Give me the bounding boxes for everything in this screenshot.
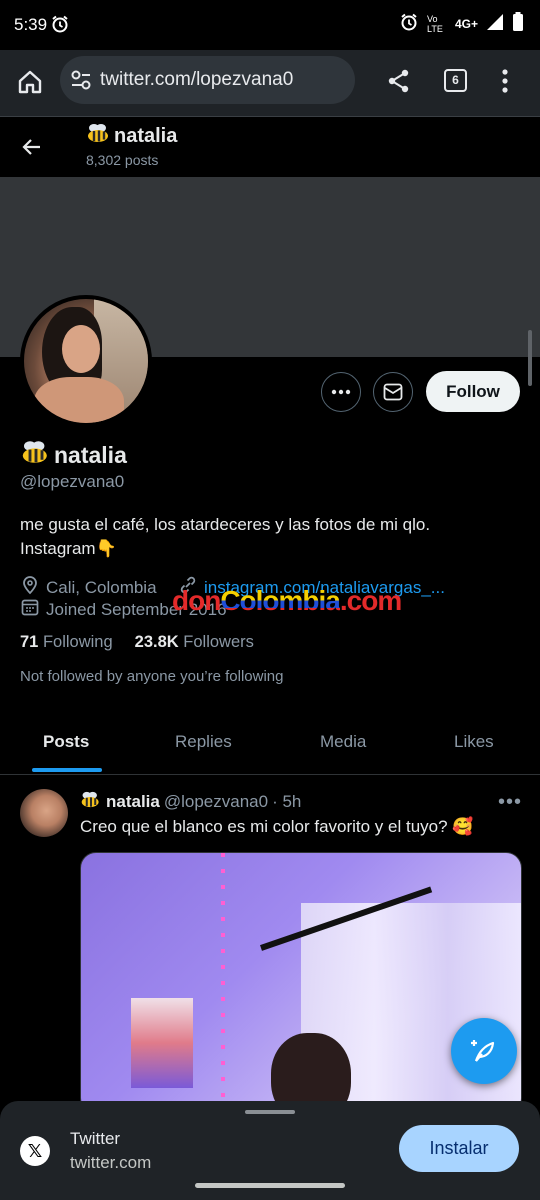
scrollbar[interactable] xyxy=(528,330,532,386)
watermark: donColombia.com xyxy=(172,585,402,616)
signal-icon xyxy=(486,13,504,34)
more-options-button[interactable] xyxy=(321,372,361,412)
back-arrow-icon[interactable] xyxy=(20,135,44,164)
message-button[interactable] xyxy=(373,372,413,412)
post-image[interactable] xyxy=(80,852,522,1114)
status-time: 5:39 xyxy=(14,15,48,34)
share-icon[interactable] xyxy=(385,67,413,100)
tab-media[interactable]: Media xyxy=(320,732,366,752)
browser-toolbar: twitter.com/lopezvana0 6 xyxy=(0,50,540,117)
more-menu-icon[interactable] xyxy=(500,68,510,99)
post-time: · 5h xyxy=(272,792,302,811)
active-tab-indicator xyxy=(32,768,102,772)
bee-icon xyxy=(80,791,102,813)
url-text: twitter.com/lopezvana0 xyxy=(100,69,294,90)
home-icon[interactable] xyxy=(16,68,44,101)
alarm-icon xyxy=(399,12,419,35)
tab-posts[interactable]: Posts xyxy=(43,732,89,752)
envelope-icon xyxy=(383,383,403,401)
gesture-nav-bar[interactable] xyxy=(195,1183,345,1188)
tab-likes[interactable]: Likes xyxy=(454,732,494,752)
profile-name: natalia xyxy=(20,440,127,470)
tab-switcher-button[interactable]: 6 xyxy=(444,69,467,92)
ellipsis-icon xyxy=(331,389,351,395)
followers-stat[interactable]: 23.8K Followers xyxy=(135,633,254,652)
battery-icon xyxy=(512,12,524,35)
network-label: 4G+ xyxy=(454,16,478,31)
alarm-icon xyxy=(50,14,70,39)
tab-replies[interactable]: Replies xyxy=(175,732,232,752)
bee-icon xyxy=(20,440,52,470)
location-text: Cali, Colombia xyxy=(46,577,157,597)
posts-count: 8,302 posts xyxy=(86,152,159,168)
follow-stats: 71 Following 23.8K Followers xyxy=(20,633,254,652)
install-button[interactable]: Instalar xyxy=(399,1125,519,1172)
profile-handle: @lopezvana0 xyxy=(20,472,125,491)
header-name: natalia xyxy=(86,123,177,149)
not-followed-note: Not followed by anyone you’re following xyxy=(20,668,284,685)
status-bar: 5:39 Vo LTE 4G+ xyxy=(0,0,540,50)
sheet-drag-handle[interactable] xyxy=(245,1110,295,1114)
address-bar[interactable]: twitter.com/lopezvana0 xyxy=(60,56,355,104)
compose-button[interactable] xyxy=(451,1018,517,1084)
profile-bio: me gusta el café, los atardeceres y las … xyxy=(20,515,431,558)
x-logo-icon: 𝕏 xyxy=(20,1136,50,1166)
profile-tabs: Posts Replies Media Likes xyxy=(0,718,540,775)
site-settings-icon[interactable] xyxy=(68,67,94,93)
post-author-handle: @lopezvana0 xyxy=(163,792,269,811)
compose-feather-icon xyxy=(471,1040,495,1062)
profile-name-text: natalia xyxy=(54,441,127,468)
following-stat[interactable]: 71 Following xyxy=(20,633,113,652)
app-url: twitter.com xyxy=(70,1153,152,1172)
post-avatar[interactable] xyxy=(20,789,68,837)
follow-button[interactable]: Follow xyxy=(426,371,520,412)
post-more-icon[interactable]: ••• xyxy=(498,791,522,814)
post-author-name[interactable]: natalia xyxy=(106,792,160,812)
app-title: Twitter xyxy=(70,1129,121,1148)
status-icons: Vo LTE 4G+ xyxy=(399,12,524,35)
post-text: Creo que el blanco es mi color favorito … xyxy=(80,817,474,836)
calendar-icon xyxy=(20,597,40,622)
avatar[interactable] xyxy=(20,295,152,427)
header-name-text: natalia xyxy=(114,124,178,147)
profile-header: natalia 8,302 posts xyxy=(0,117,540,177)
post-header: natalia @lopezvana0 · 5h xyxy=(80,791,301,813)
bee-icon xyxy=(86,123,112,149)
volte-label: Vo LTE xyxy=(426,13,443,34)
